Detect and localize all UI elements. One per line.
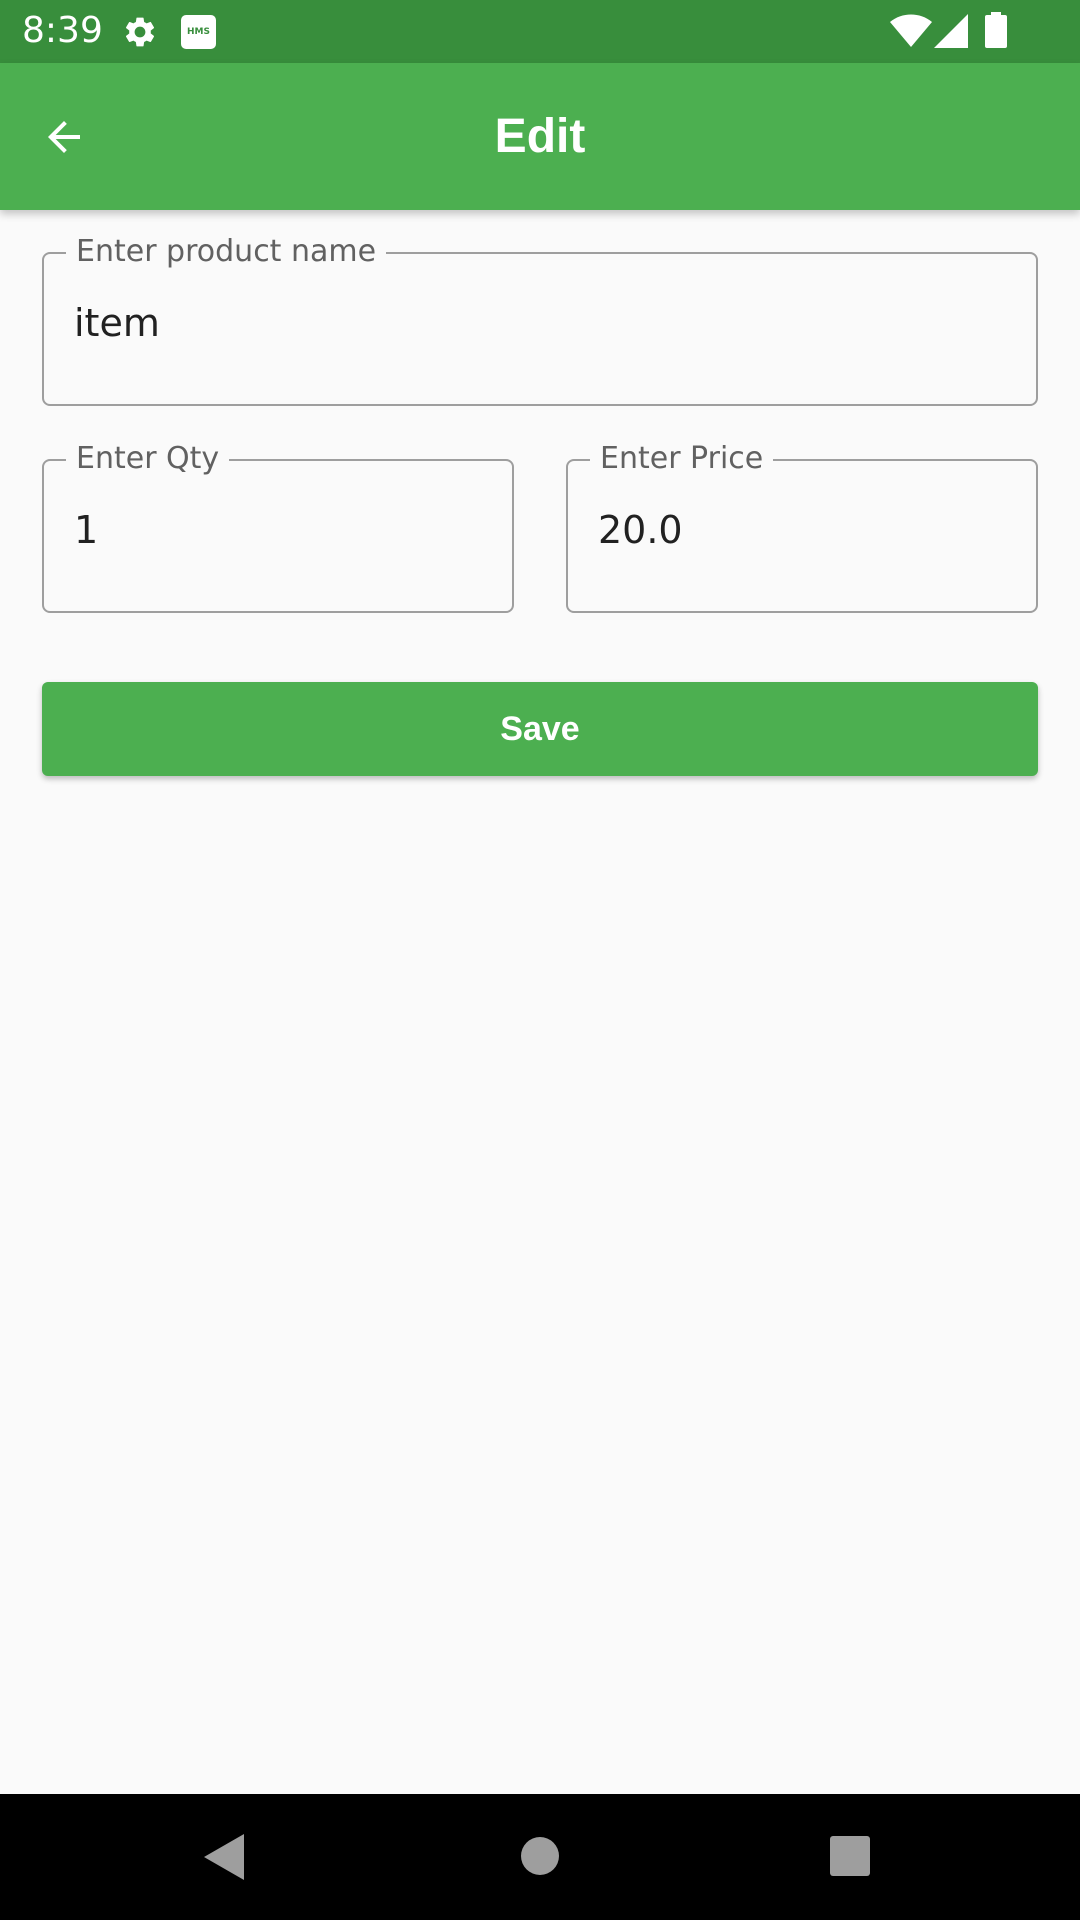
app-bar: Edit — [0, 63, 1080, 210]
arrow-back-icon — [48, 121, 80, 153]
price-label: Enter Price — [590, 441, 774, 477]
product-name-input[interactable] — [74, 300, 1006, 346]
product-name-label: Enter product name — [66, 234, 387, 270]
qty-field[interactable]: Enter Qty — [42, 441, 514, 613]
back-button[interactable] — [30, 103, 98, 171]
product-name-field[interactable]: Enter product name — [42, 234, 1038, 406]
price-field[interactable]: Enter Price — [566, 441, 1038, 613]
recents-square-icon[interactable] — [830, 1836, 870, 1876]
gear-icon — [125, 17, 155, 47]
signal-icon — [934, 14, 968, 48]
edit-screen: 8:39 HMS Edit Enter product name Enter Q… — [0, 0, 1080, 1920]
qty-label: Enter Qty — [66, 441, 230, 477]
page-title: Edit — [494, 110, 586, 163]
status-bar: 8:39 HMS — [0, 0, 1080, 63]
wifi-icon — [890, 14, 932, 47]
hms-icon: HMS — [181, 15, 216, 49]
back-triangle-icon[interactable] — [204, 1834, 244, 1880]
navigation-bar — [0, 1794, 1080, 1920]
battery-icon — [985, 12, 1007, 48]
qty-input[interactable] — [74, 507, 482, 553]
save-button[interactable]: Save — [42, 682, 1038, 776]
home-circle-icon[interactable] — [520, 1836, 560, 1876]
price-input[interactable] — [598, 507, 1006, 553]
status-time: 8:39 — [22, 10, 103, 51]
